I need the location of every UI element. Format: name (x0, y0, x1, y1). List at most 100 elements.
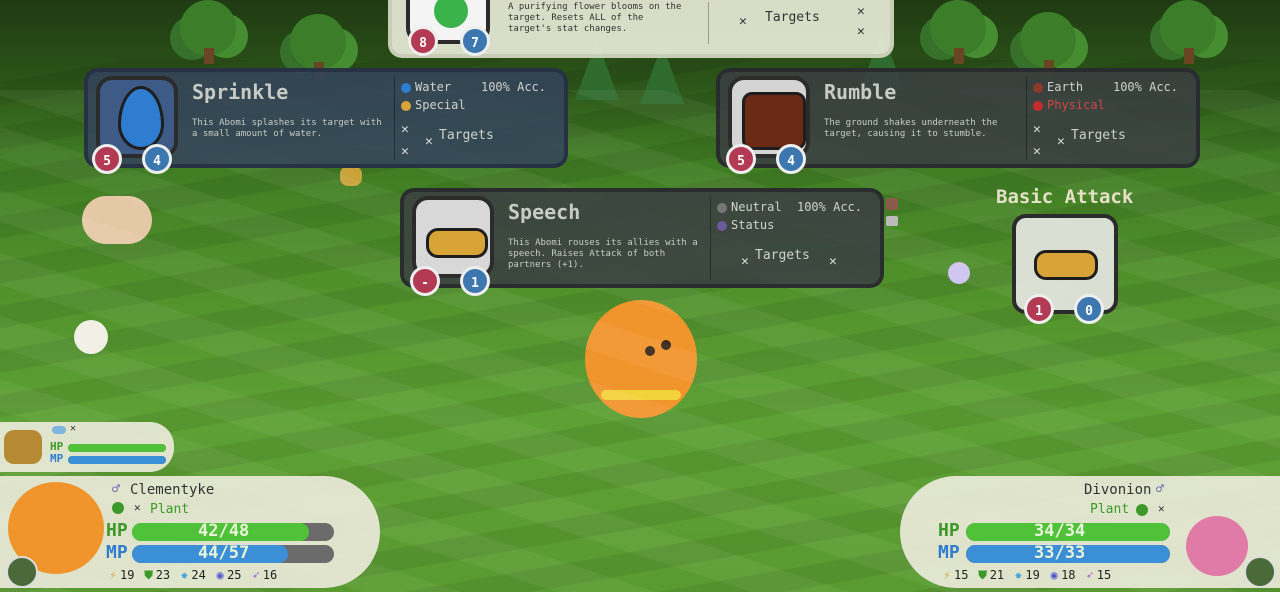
plant-type-icon (1136, 504, 1148, 516)
move-name: Rumble (824, 80, 897, 104)
tree (1020, 12, 1076, 76)
enemy-name: Divonion (1084, 482, 1152, 498)
move-info-panel: Neutral Status 100% Acc. ✕ ✕ Targets (710, 196, 874, 280)
close-icon: ✕ (1158, 502, 1165, 515)
close-icon: ✕ (70, 423, 77, 434)
small-creature-sprite[interactable] (340, 166, 362, 186)
hp-label: HP (938, 520, 960, 541)
move-category: Status (717, 218, 774, 232)
move-accuracy: 100% Acc. (480, 80, 546, 94)
enemy-hp-value: 34/34 (1034, 521, 1086, 541)
defense-icon: ⛊ (144, 568, 154, 582)
mp-label: MP (938, 542, 960, 563)
partner-avatar (4, 430, 42, 464)
tree (930, 0, 986, 64)
speech-icon (1034, 250, 1098, 280)
attack-stat: 19 (120, 568, 135, 582)
move-category: Physical (1033, 98, 1105, 112)
priority-badge: 4 (142, 144, 172, 174)
special-defense-icon: ◉ (216, 568, 224, 582)
tree (290, 14, 346, 78)
close-icon: ✕ (134, 501, 141, 514)
speed-stat: 15 (1096, 568, 1112, 582)
priority-badge: 4 (776, 144, 806, 174)
player-status-panel: ♂ Clementyke ✕ Plant HP MP 42/48 44/57 ⚡… (0, 476, 380, 588)
attack-stat: 15 (954, 568, 969, 582)
move-name: Sprinkle (192, 80, 289, 104)
player-mp-value: 44/57 (198, 543, 250, 563)
defense-stat: 23 (155, 568, 171, 582)
priority-badge: 1 (460, 266, 490, 296)
mp-cost-badge: 8 (408, 26, 438, 56)
targets-label: Targets (439, 128, 494, 143)
move-accuracy: 100% Acc. (796, 200, 862, 214)
close-icon: ✕ (739, 14, 747, 29)
special-defense-stat: 18 (1061, 568, 1076, 582)
targets-panel: ✕ Targets ✕ ✕ (708, 2, 879, 44)
ally-creature-sprite[interactable] (82, 196, 152, 244)
close-icon: ✕ (425, 134, 433, 149)
mp-label: MP (50, 452, 64, 465)
tree (180, 0, 236, 64)
move-description: A purifying flower blooms on the target.… (508, 2, 682, 34)
plant-type-icon (112, 502, 124, 514)
special-defense-stat: 25 (227, 568, 242, 582)
move-element: Earth (1033, 80, 1083, 94)
special-attack-stat: 19 (1025, 568, 1040, 582)
close-icon: ✕ (401, 144, 409, 159)
move-accuracy: 100% Acc. (1112, 80, 1178, 94)
partner-mp-bar (68, 456, 166, 464)
enemy-mp-value: 33/33 (1034, 543, 1086, 563)
move-info-panel: Earth Physical 100% Acc. ✕ ✕ ✕ Targets (1026, 76, 1190, 160)
enemy-status-panel: Divonion ♂ Plant ✕ HP MP 34/34 33/33 ⚡ 15… (900, 476, 1280, 588)
close-icon: ✕ (741, 254, 749, 269)
enemy-type: Plant (1090, 502, 1130, 517)
move-element: Neutral (717, 200, 782, 214)
flower-decoration (74, 320, 108, 354)
move-description: The ground shakes underneath the target,… (824, 118, 998, 139)
mp-cost-badge: 1 (1024, 294, 1054, 324)
close-icon: ✕ (829, 254, 837, 269)
special-attack-icon: ✸ (1014, 568, 1022, 582)
basic-attack-title: Basic Attack (996, 186, 1134, 208)
flag-icon[interactable] (886, 198, 898, 210)
clementyke-sprite[interactable] (585, 300, 697, 418)
priority-badge: 7 (460, 26, 490, 56)
flower-decoration (948, 262, 970, 284)
move-info-panel: Water Special 100% Acc. ✕ ✕ ✕ Targets (394, 76, 558, 160)
targets-label: Targets (1071, 128, 1126, 143)
move-category: Special (401, 98, 466, 112)
close-icon: ✕ (857, 4, 865, 19)
swap-icon[interactable] (6, 556, 38, 588)
move-description: This Abomi splashes its target with a sm… (192, 118, 382, 139)
male-gender-icon: ♂ (112, 482, 120, 497)
speed-stat: 16 (262, 568, 278, 582)
targets-label: Targets (765, 10, 820, 25)
targets-label: Targets (755, 248, 810, 263)
close-icon: ✕ (1033, 122, 1041, 137)
player-name: Clementyke (130, 482, 215, 498)
mp-cost-badge: - (410, 266, 440, 296)
attack-icon: ⚡ (109, 568, 117, 582)
move-element: Water (401, 80, 451, 94)
male-gender-icon: ♂ (1156, 482, 1164, 497)
speed-icon: ➶ (1086, 568, 1094, 582)
swap-icon[interactable] (1244, 556, 1276, 588)
speed-icon: ➶ (252, 568, 260, 582)
mp-label: MP (106, 542, 128, 563)
player-stats: ⚡ 19 ⛊ 23 ✸ 24 ◉ 25 ➶ 16 (106, 568, 277, 583)
player-hp-value: 42/48 (198, 521, 250, 541)
move-name: Speech (508, 200, 581, 224)
special-attack-icon: ✸ (180, 568, 188, 582)
attack-icon: ⚡ (943, 568, 951, 582)
close-icon: ✕ (401, 122, 409, 137)
mp-cost-badge: 5 (726, 144, 756, 174)
enemy-stats: ⚡ 15 ⛊ 21 ✸ 19 ◉ 18 ➶ 15 (940, 568, 1111, 583)
special-attack-stat: 24 (191, 568, 206, 582)
defense-icon: ⛊ (978, 568, 988, 582)
divonion-avatar (1186, 516, 1248, 576)
close-icon: ✕ (1033, 144, 1041, 159)
speaker-icon[interactable] (886, 216, 898, 226)
move-description: This Abomi rouses its allies with a spee… (508, 238, 698, 270)
defense-stat: 21 (989, 568, 1005, 582)
